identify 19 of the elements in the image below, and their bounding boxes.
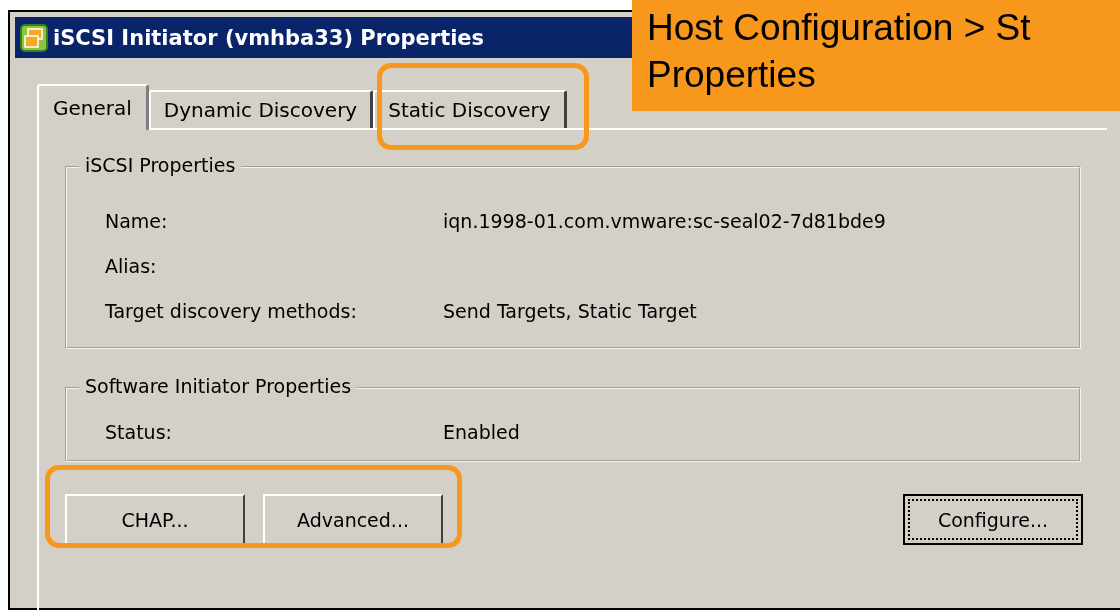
field-label: Alias: — [105, 254, 158, 277]
tab[interactable]: Static Discovery — [373, 90, 567, 128]
tab[interactable]: General — [37, 84, 149, 130]
app-icon — [19, 22, 49, 53]
field-label: Status: — [105, 420, 173, 443]
dialog-button[interactable]: Advanced... — [263, 494, 443, 545]
callout-text: Properties — [647, 53, 817, 97]
group-title: iSCSI Properties — [79, 154, 242, 176]
dialog-button[interactable]: CHAP... — [65, 494, 245, 545]
dialog-button[interactable]: Configure... — [903, 494, 1083, 545]
field-label: Target discovery methods: — [105, 299, 358, 322]
field-value: Send Targets, Static Target — [443, 299, 698, 322]
field-value: iqn.1998-01.com.vmware:sc-seal02-7d81bde9 — [443, 209, 887, 232]
tab[interactable]: Dynamic Discovery — [148, 90, 374, 128]
field-label: Name: — [105, 209, 169, 232]
field-value: Enabled — [443, 420, 521, 443]
window-title: iSCSI Initiator (vmhba33) Properties — [53, 25, 485, 50]
group-title: Software Initiator Properties — [79, 375, 358, 397]
callout-text: Host Configuration > St — [647, 6, 1032, 50]
